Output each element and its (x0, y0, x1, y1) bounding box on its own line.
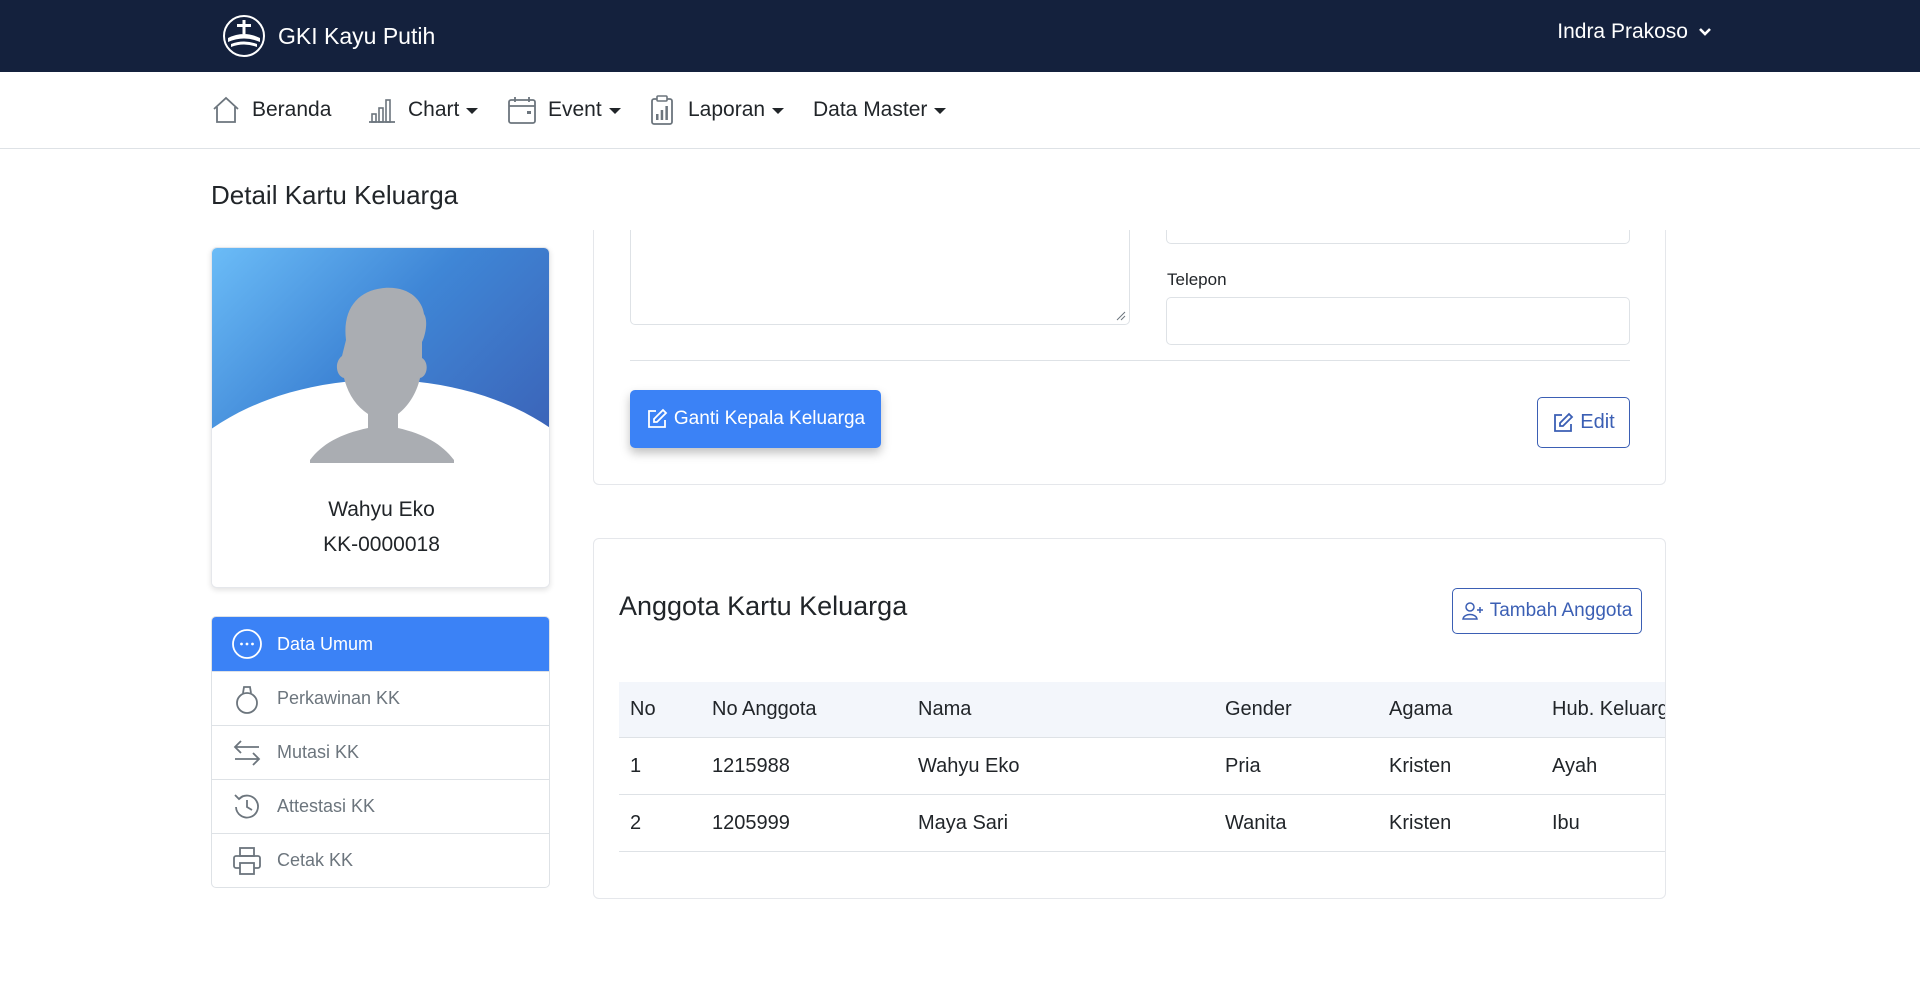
tambah-anggota-button[interactable]: Tambah Anggota (1452, 588, 1642, 634)
cell-nama: Maya Sari (918, 811, 1009, 834)
telepon-label: Telepon (1167, 270, 1227, 289)
col-header-nama[interactable]: Nama (918, 682, 971, 737)
main-menu: Beranda Chart Event Laporan Data Master (0, 72, 1920, 149)
col-header-agama[interactable]: Agama (1389, 682, 1452, 737)
anggota-card: Anggota Kartu Keluarga Tambah Anggota No… (593, 538, 1666, 899)
col-header-no[interactable]: No (630, 682, 656, 737)
cell-agama: Kristen (1389, 754, 1452, 777)
home-icon (213, 96, 239, 123)
col-header-no-anggota[interactable]: No Anggota (712, 682, 817, 737)
anggota-table: No No Anggota Nama Gender Agama Hub. Kel… (619, 682, 1665, 852)
profile-kk-number: KK-0000018 (323, 533, 440, 556)
tambah-anggota-label: Tambah Anggota (1489, 600, 1633, 621)
profile-name: Wahyu Eko (328, 498, 435, 521)
cell-no: 2 (630, 811, 642, 834)
side-item-cetak-kk[interactable]: Cetak KK (212, 833, 549, 887)
bar-chart-icon (369, 99, 395, 123)
cell-no: 1 (630, 754, 642, 777)
caret-down-icon (934, 108, 947, 114)
anggota-title: Anggota Kartu Keluarga (619, 591, 908, 621)
previous-input-field[interactable] (1166, 230, 1630, 244)
menu-laporan-label: Laporan (688, 98, 766, 121)
side-item-label: Mutasi KK (277, 742, 360, 762)
table-row[interactable]: 1 1215988 Wahyu Eko Pria Kristen Ayah (619, 738, 1665, 795)
ganti-kepala-keluarga-label: Ganti Kepala Keluarga (673, 408, 866, 429)
cell-agama: Kristen (1389, 811, 1452, 834)
user-menu[interactable]: Indra Prakoso (1557, 20, 1712, 44)
menu-event-label: Event (548, 98, 602, 121)
caret-down-icon (466, 108, 479, 114)
avatar-placeholder-icon (310, 287, 454, 463)
history-icon (234, 793, 259, 818)
side-item-attestasi-kk[interactable]: Attestasi KK (212, 779, 549, 833)
cell-no-anggota: 1205999 (712, 811, 790, 834)
cell-nama: Wahyu Eko (918, 754, 1020, 777)
arrows-swap-icon (233, 739, 261, 766)
menu-chart-label: Chart (408, 98, 460, 121)
side-item-label: Perkawinan KK (277, 688, 401, 708)
data-umum-form-card: Telepon Ganti Kepala Keluarga Edit (593, 230, 1666, 485)
dots-circle-icon (232, 629, 262, 659)
side-item-label: Cetak KK (277, 850, 354, 870)
side-item-label: Data Umum (277, 633, 374, 654)
ganti-kepala-keluarga-button[interactable]: Ganti Kepala Keluarga (630, 390, 881, 448)
cell-hub-keluarga: Ibu (1552, 811, 1580, 834)
side-item-label: Attestasi KK (277, 796, 376, 816)
menu-data-master-label: Data Master (813, 98, 928, 121)
table-row[interactable]: 2 1205999 Maya Sari Wanita Kristen Ibu (619, 795, 1665, 852)
menu-data-master[interactable]: Data Master (813, 72, 947, 148)
brand[interactable]: GKI Kayu Putih (222, 14, 435, 58)
chevron-down-icon (1699, 28, 1711, 36)
profile-card: Wahyu Eko KK-0000018 (211, 247, 550, 588)
detail-side-menu: Data Umum Perkawinan KK Mutasi KK Attest… (211, 616, 550, 888)
menu-laporan[interactable]: Laporan (646, 72, 785, 148)
top-navbar: GKI Kayu Putih Indra Prakoso (0, 0, 1920, 72)
edit-label: Edit (1580, 411, 1615, 433)
side-item-mutasi-kk[interactable]: Mutasi KK (212, 725, 549, 779)
cell-gender: Wanita (1225, 811, 1287, 834)
church-logo-icon (223, 15, 265, 57)
resize-grip-icon (1116, 311, 1126, 321)
menu-chart[interactable]: Chart (366, 72, 479, 148)
col-header-gender[interactable]: Gender (1225, 682, 1292, 737)
caret-down-icon (608, 108, 621, 114)
brand-name: GKI Kayu Putih (278, 22, 436, 49)
calendar-icon (508, 97, 536, 124)
ring-icon (236, 685, 258, 714)
cell-gender: Pria (1225, 754, 1261, 777)
divider (630, 360, 1630, 361)
menu-beranda-label: Beranda (252, 98, 332, 121)
caret-down-icon (772, 108, 785, 114)
side-item-perkawinan-kk[interactable]: Perkawinan KK (212, 671, 549, 725)
add-user-icon (1461, 602, 1483, 620)
cell-no-anggota: 1215988 (712, 754, 790, 777)
edit-button[interactable]: Edit (1537, 397, 1630, 448)
clipboard-chart-icon (651, 95, 673, 125)
menu-beranda[interactable]: Beranda (210, 72, 331, 148)
printer-icon (233, 846, 261, 875)
col-header-hub-keluarga[interactable]: Hub. Keluarga (1552, 682, 1665, 737)
user-name: Indra Prakoso (1557, 20, 1688, 43)
edit-icon (1554, 412, 1574, 432)
table-header: No No Anggota Nama Gender Agama Hub. Kel… (619, 682, 1665, 738)
side-item-data-umum[interactable]: Data Umum (212, 617, 549, 671)
alamat-textarea[interactable] (630, 230, 1130, 325)
menu-event[interactable]: Event (506, 72, 621, 148)
telepon-input[interactable] (1166, 297, 1630, 345)
edit-icon (648, 408, 668, 428)
page-title: Detail Kartu Keluarga (211, 180, 459, 210)
cell-hub-keluarga: Ayah (1552, 754, 1598, 777)
